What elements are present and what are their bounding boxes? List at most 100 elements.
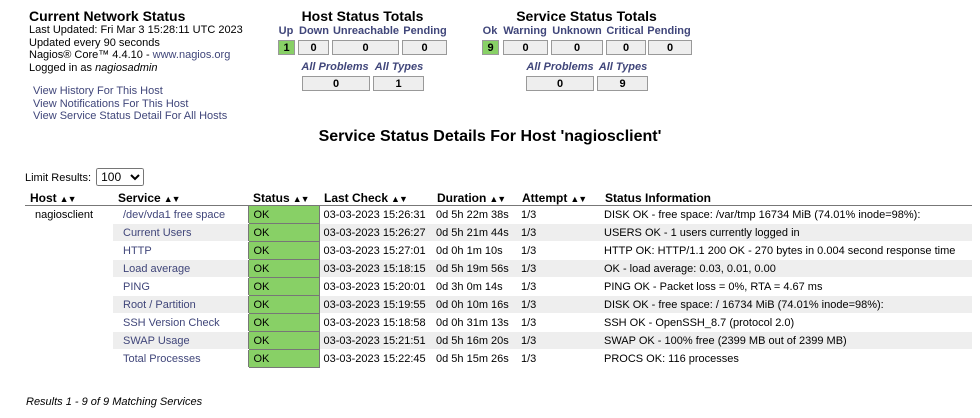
- host-cell[interactable]: nagiosclient: [25, 205, 113, 224]
- update-interval: Updated every 90 seconds: [29, 36, 160, 49]
- host-header-pending[interactable]: Pending: [402, 25, 448, 37]
- status-badge: OK: [247, 241, 320, 260]
- nav-links: View History For This Host View Notifica…: [33, 85, 227, 123]
- status-information-cell: DISK OK - free space: /var/tmp 16734 MiB…: [600, 205, 972, 224]
- table-row: Load average OK 03-03-2023 15:18:15 0d 5h 1…: [25, 259, 972, 278]
- sort-arrows-icon[interactable]: ▲▼: [60, 194, 77, 204]
- header-duration-label: Duration: [437, 190, 487, 205]
- username: nagiosadmin: [95, 61, 158, 74]
- host-cell: [25, 349, 113, 368]
- table-row: Root / Partition OK 03-03-2023 15:19:55 0d …: [25, 295, 972, 314]
- results-count: Results 1 - 9 of 9 Matching Services: [26, 396, 203, 408]
- status-badge: OK: [247, 259, 320, 278]
- limit-results-select[interactable]: 100: [96, 168, 145, 186]
- table-body: nagiosclient/dev/vda1 free space OK 03-03-…: [25, 205, 972, 368]
- service-header-critical[interactable]: Critical: [604, 25, 646, 37]
- table-header-row: Host ▲▼ Service ▲▼ Status ▲▼ Last Check ▲▼ D…: [25, 188, 972, 206]
- service-all-problems-label[interactable]: All Problems: [525, 61, 595, 73]
- duration-cell: 0d 5h 16m 20s: [432, 331, 517, 350]
- last-check-cell: 03-03-2023 15:22:45: [319, 349, 432, 368]
- host-header-up[interactable]: Up: [276, 25, 296, 37]
- service-link[interactable]: /dev/vda1 free space: [113, 205, 248, 224]
- status-information-cell: OK - load average: 0.03, 0.01, 0.00: [600, 259, 972, 278]
- sort-arrows-icon[interactable]: ▲▼: [570, 194, 587, 204]
- attempt-cell: 1/3: [517, 295, 600, 314]
- header-service: Service ▲▼: [113, 188, 248, 206]
- version-text: Nagios® Core™ 4.4.10 -: [29, 49, 153, 61]
- table-row: nagiosclient/dev/vda1 free space OK 03-03-…: [25, 205, 972, 224]
- attempt-cell: 1/3: [517, 313, 600, 332]
- status-information-cell: HTTP OK: HTTP/1.1 200 OK - 270 bytes in …: [600, 241, 972, 260]
- attempt-cell: 1/3: [517, 331, 600, 350]
- host-header-down[interactable]: Down: [298, 25, 330, 37]
- table-row: Total Processes OK 03-03-2023 15:22:45 0d 5…: [25, 349, 972, 368]
- last-check-cell: 03-03-2023 15:26:27: [319, 223, 432, 242]
- view-history-link[interactable]: View History For This Host: [33, 85, 227, 98]
- last-check-cell: 03-03-2023 15:27:01: [319, 241, 432, 260]
- sort-arrows-icon[interactable]: ▲▼: [391, 194, 408, 204]
- sort-arrows-icon[interactable]: ▲▼: [293, 194, 310, 204]
- service-link[interactable]: Load average: [113, 259, 248, 278]
- nagios-website-link[interactable]: www.nagios.org: [153, 49, 231, 61]
- sort-arrows-icon[interactable]: ▲▼: [489, 194, 506, 204]
- host-header-unreachable[interactable]: Unreachable: [332, 25, 400, 37]
- status-badge: OK: [247, 295, 320, 314]
- last-check-cell: 03-03-2023 15:18:15: [319, 259, 432, 278]
- header-host-label: Host: [30, 190, 57, 205]
- status-information-cell: USERS OK - 1 users currently logged in: [600, 223, 972, 242]
- service-header-unknown[interactable]: Unknown: [550, 25, 604, 37]
- header-attempt-label: Attempt: [522, 190, 568, 205]
- version-line: Nagios® Core™ 4.4.10 - www.nagios.org: [29, 49, 243, 62]
- host-totals-title: Host Status Totals: [301, 8, 424, 24]
- service-ok-count: 9: [482, 40, 499, 55]
- host-cell: [25, 259, 113, 278]
- host-cell: [25, 223, 113, 242]
- service-link[interactable]: Root / Partition: [113, 295, 248, 314]
- last-check-cell: 03-03-2023 15:20:01: [319, 277, 432, 296]
- service-link[interactable]: Current Users: [113, 223, 248, 242]
- info-box: Current Network Status Last Updated: Fri…: [29, 8, 243, 74]
- table-row: PING OK 03-03-2023 15:20:01 0d 3h 0m 14s 1/3…: [25, 277, 972, 296]
- status-information-cell: DISK OK - free space: / 16734 MiB (74.01…: [600, 295, 972, 314]
- service-totals-title: Service Status Totals: [516, 8, 657, 24]
- attempt-cell: 1/3: [517, 205, 600, 224]
- service-link[interactable]: SWAP Usage: [113, 331, 248, 350]
- header-service-label: Service: [118, 190, 161, 205]
- last-check-cell: 03-03-2023 15:26:31: [319, 205, 432, 224]
- header-last-check: Last Check ▲▼: [319, 188, 432, 206]
- table-row: HTTP OK 03-03-2023 15:27:01 0d 0h 1m 10s 1/3…: [25, 241, 972, 260]
- service-header-pending[interactable]: Pending: [646, 25, 692, 37]
- sort-arrows-icon[interactable]: ▲▼: [164, 194, 181, 204]
- last-check-cell: 03-03-2023 15:19:55: [319, 295, 432, 314]
- service-link[interactable]: HTTP: [113, 241, 248, 260]
- host-all-problems-count: 0: [302, 76, 370, 91]
- logged-in-label: Logged in as: [29, 61, 96, 74]
- service-header-ok[interactable]: Ok: [480, 25, 500, 37]
- host-pending-count: 0: [402, 40, 447, 55]
- header-last-check-label: Last Check: [324, 190, 389, 205]
- service-link[interactable]: SSH Version Check: [113, 313, 248, 332]
- service-critical-count: 0: [606, 40, 646, 55]
- last-updated: Last Updated: Fri Mar 3 15:28:11 UTC 202…: [29, 24, 243, 36]
- host-all-types-label[interactable]: All Types: [373, 61, 425, 73]
- header-duration: Duration ▲▼: [432, 188, 517, 206]
- header-status-information-label: Status Information: [605, 190, 712, 205]
- view-notifications-link[interactable]: View Notifications For This Host: [33, 98, 227, 111]
- attempt-cell: 1/3: [517, 223, 600, 242]
- service-link[interactable]: Total Processes: [113, 349, 248, 368]
- service-link[interactable]: PING: [113, 277, 248, 296]
- host-all-problems-label[interactable]: All Problems: [300, 61, 370, 73]
- service-pending-count: 0: [648, 40, 692, 55]
- duration-cell: 0d 3h 0m 14s: [432, 277, 517, 296]
- status-information-cell: PROCS OK: 116 processes: [600, 349, 972, 368]
- service-warning-count: 0: [503, 40, 548, 55]
- service-all-types-label[interactable]: All Types: [597, 61, 649, 73]
- service-header-warning[interactable]: Warning: [502, 25, 548, 37]
- page-title: Service Status Details For Host 'nagiosc…: [318, 128, 662, 145]
- header-status-label: Status: [253, 190, 290, 205]
- header-status-information: Status Information: [600, 188, 972, 206]
- view-service-detail-link[interactable]: View Service Status Detail For All Hosts: [33, 110, 227, 123]
- service-all-types-count: 9: [597, 76, 648, 91]
- duration-cell: 0d 5h 21m 44s: [432, 223, 517, 242]
- host-cell: [25, 331, 113, 350]
